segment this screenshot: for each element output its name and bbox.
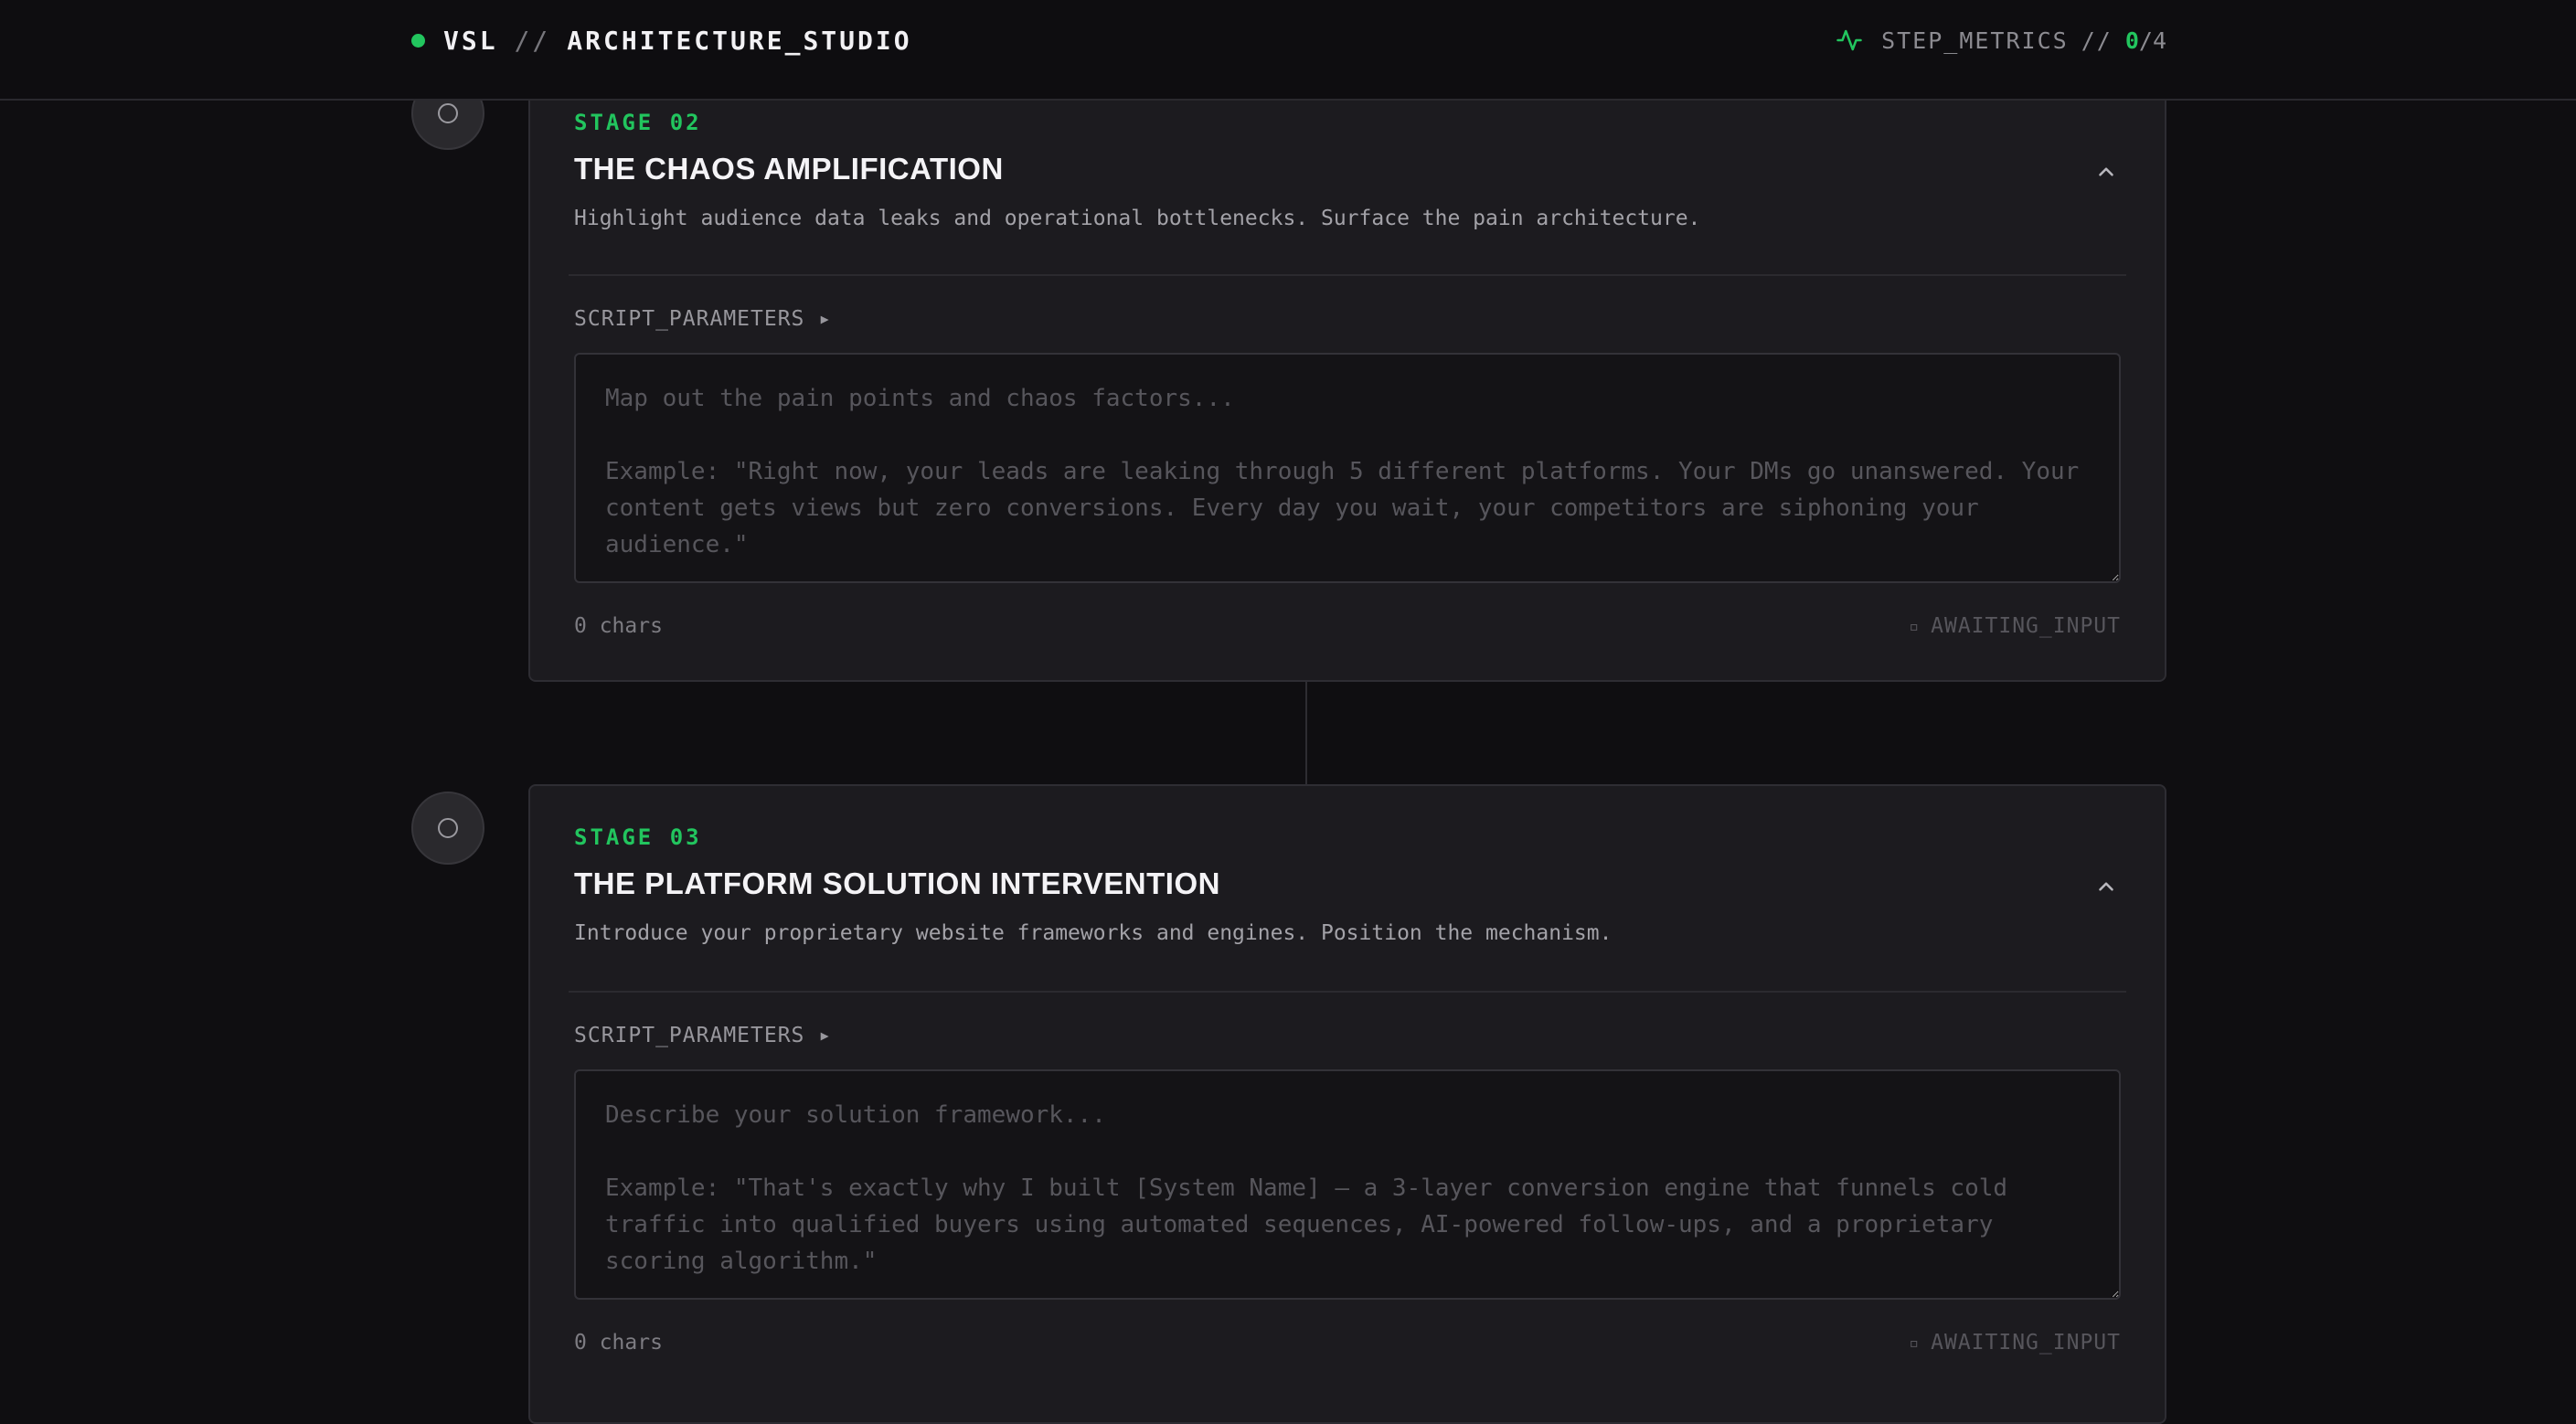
- collapse-button[interactable]: [2088, 154, 2124, 190]
- brand-prefix: VSL: [443, 25, 498, 56]
- square-icon: ▫: [1909, 616, 1921, 636]
- char-count: 0 chars: [574, 614, 663, 638]
- stage-label: STAGE 02: [574, 110, 702, 135]
- metrics-completed-count: 0: [2124, 27, 2139, 54]
- stage-title: THE CHAOS AMPLIFICATION: [574, 152, 1004, 186]
- status-dot-icon: [411, 33, 425, 48]
- metrics-label: STEP_METRICS: [1881, 27, 2069, 54]
- script-parameters-label[interactable]: SCRIPT_PARAMETERS ▸: [574, 1024, 832, 1047]
- stage-description: Introduce your proprietary website frame…: [574, 921, 1613, 945]
- status-text: AWAITING_INPUT: [1931, 614, 2121, 638]
- stage-label: STAGE 03: [574, 824, 702, 850]
- stage-title: THE PLATFORM SOLUTION INTERVENTION: [574, 866, 1220, 900]
- step-metrics: STEP_METRICS // 0 / 4: [1836, 24, 2166, 57]
- activity-icon: [1836, 29, 1862, 51]
- script-input[interactable]: [574, 1069, 2121, 1300]
- divider: [569, 991, 2126, 993]
- stage-description: Highlight audience data leaks and operat…: [574, 207, 1701, 230]
- metrics-total-count: 4: [2152, 27, 2166, 54]
- chevron-up-icon: [2099, 167, 2113, 176]
- chevron-up-icon: [2099, 882, 2113, 891]
- stage-03-step-indicator: [411, 792, 484, 865]
- status-badge: ▫ AWAITING_INPUT: [1909, 1331, 2121, 1355]
- brand-separator: //: [514, 25, 551, 56]
- circle-icon: [438, 103, 458, 123]
- square-icon: ▫: [1909, 1333, 1921, 1353]
- collapse-button[interactable]: [2088, 868, 2124, 905]
- timeline-connector: [1305, 682, 1307, 786]
- stage-02-card: STAGE 02 THE CHAOS AMPLIFICATION Highlig…: [528, 55, 2166, 682]
- status-badge: ▫ AWAITING_INPUT: [1909, 614, 2121, 638]
- brand-name: ARCHITECTURE_STUDIO: [567, 25, 912, 56]
- divider: [569, 274, 2126, 276]
- metrics-slash: /: [2138, 27, 2153, 54]
- circle-icon: [438, 818, 458, 838]
- brand-logo[interactable]: VSL // ARCHITECTURE_STUDIO: [411, 24, 912, 57]
- script-parameters-label[interactable]: SCRIPT_PARAMETERS ▸: [574, 307, 832, 331]
- metrics-separator: //: [2081, 27, 2113, 54]
- app-header: VSL // ARCHITECTURE_STUDIO STEP_METRICS …: [0, 0, 2576, 101]
- char-count: 0 chars: [574, 1331, 663, 1355]
- status-text: AWAITING_INPUT: [1931, 1331, 2121, 1355]
- script-input[interactable]: [574, 353, 2121, 583]
- stage-03-card: STAGE 03 THE PLATFORM SOLUTION INTERVENT…: [528, 784, 2166, 1424]
